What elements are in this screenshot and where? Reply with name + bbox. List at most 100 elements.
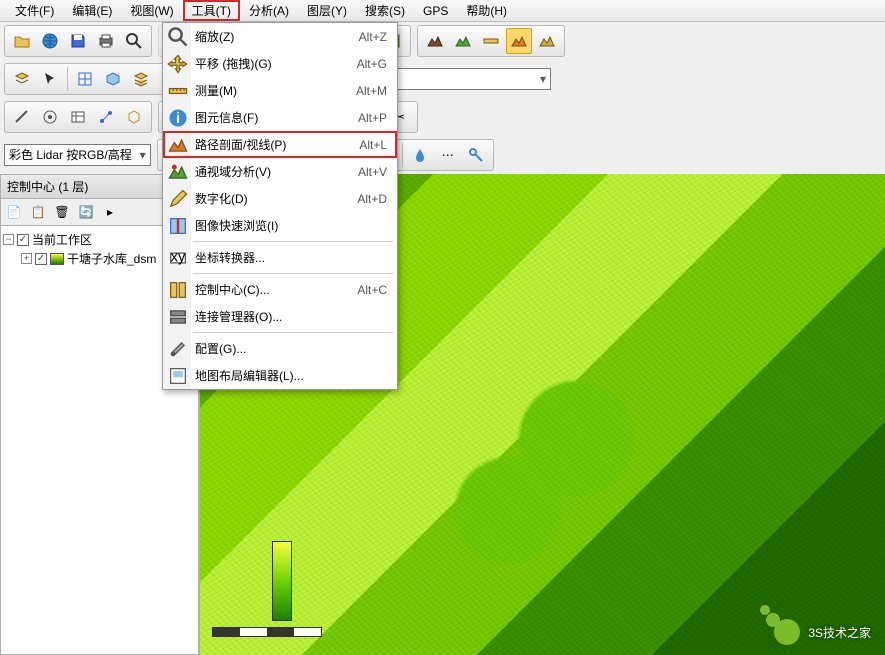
menu-item-label: 控制中心(C)... xyxy=(195,281,357,298)
menu-gps[interactable]: GPS xyxy=(414,2,457,20)
cfg-icon xyxy=(167,338,189,360)
color-gradient-legend xyxy=(272,541,292,621)
menu-item-conn[interactable]: 连接管理器(O)... xyxy=(163,303,397,330)
menu-item-shortcut: Alt+D xyxy=(357,192,387,206)
tree-layer-label[interactable]: 干塘子水库_dsm xyxy=(67,250,156,267)
menu-item-layout[interactable]: 地图布局编辑器(L)... xyxy=(163,362,397,389)
menu-item-shortcut: Alt+M xyxy=(356,84,387,98)
toolbar-row-1: ◀ i xyxy=(0,22,885,60)
menu-item-shortcut: Alt+V xyxy=(358,165,387,179)
menu-item-zoom[interactable]: 缩放(Z)Alt+Z xyxy=(163,23,397,50)
open-file-icon[interactable] xyxy=(9,28,35,54)
menu-item-cc[interactable]: 控制中心(C)...Alt+C xyxy=(163,276,397,303)
menu-view[interactable]: 视图(W) xyxy=(121,0,182,21)
watermark: 3S技术之家 xyxy=(774,619,871,645)
tools-dropdown-menu: 缩放(Z)Alt+Z平移 (拖拽)(G)Alt+G测量(M)Alt+Mi图元信息… xyxy=(162,22,398,390)
menu-item-shortcut: Alt+L xyxy=(359,138,387,152)
measure-icon xyxy=(167,80,189,102)
toolbar-row-2: 创建等高线 xyxy=(0,60,885,98)
menu-item-coord[interactable]: xy 坐标转换器... xyxy=(163,244,397,271)
tree-root-label[interactable]: 当前工作区 xyxy=(32,231,92,248)
menu-item-pan[interactable]: 平移 (拖拽)(G)Alt+G xyxy=(163,50,397,77)
cube3d-icon[interactable] xyxy=(100,66,126,92)
menu-item-digitize[interactable]: 数字化(D)Alt+D xyxy=(163,185,397,212)
menu-item-label: 数字化(D) xyxy=(195,190,357,207)
zoom-icon xyxy=(167,26,189,48)
menu-item-label: 测量(M) xyxy=(195,82,356,99)
search-icon[interactable] xyxy=(121,28,147,54)
layout-icon xyxy=(167,365,189,387)
menu-help[interactable]: 帮助(H) xyxy=(457,0,516,21)
menu-item-profile[interactable]: 路径剖面/视线(P)Alt+L xyxy=(163,131,397,158)
save-icon[interactable] xyxy=(65,28,91,54)
print-icon[interactable] xyxy=(93,28,119,54)
panel-title: 控制中心 (1 层) xyxy=(7,178,88,195)
globe-icon[interactable] xyxy=(37,28,63,54)
render-mode-dropdown[interactable]: 彩色 Lidar 按RGB/高程 xyxy=(4,144,151,166)
toolbar-row-4: 彩色 Lidar 按RGB/高程 ⋯ xyxy=(0,136,885,174)
ruler-icon[interactable] xyxy=(478,28,504,54)
layer-add-icon[interactable] xyxy=(9,66,35,92)
menu-file[interactable]: 文件(F) xyxy=(6,0,63,21)
menu-item-swipe[interactable]: 图像快速浏览(I) xyxy=(163,212,397,239)
attr-table-icon[interactable] xyxy=(65,104,91,130)
refresh-icon[interactable]: 🔄 xyxy=(75,201,97,223)
menubar: 文件(F) 编辑(E) 视图(W) 工具(T) 分析(A) 图层(Y) 搜索(S… xyxy=(0,0,885,22)
tree-collapse-icon[interactable]: − xyxy=(3,234,14,245)
cursor-icon[interactable] xyxy=(37,66,63,92)
menu-item-cfg[interactable]: 配置(G)... xyxy=(163,335,397,362)
layer-checkbox[interactable]: ✓ xyxy=(35,253,47,265)
menu-item-label: 坐标转换器... xyxy=(195,249,387,266)
pan-icon xyxy=(167,53,189,75)
node-icon[interactable] xyxy=(93,104,119,130)
cc-icon xyxy=(167,279,189,301)
menu-item-info[interactable]: i图元信息(F)Alt+P xyxy=(163,104,397,131)
menu-item-label: 平移 (拖拽)(G) xyxy=(195,55,357,72)
coord-icon: xy xyxy=(167,247,189,269)
menu-item-label: 连接管理器(O)... xyxy=(195,308,387,325)
menu-item-shortcut: Alt+C xyxy=(357,283,387,297)
menu-item-label: 路径剖面/视线(P) xyxy=(195,136,359,153)
layers-icon[interactable] xyxy=(128,66,154,92)
svg-text:xy: xy xyxy=(171,249,186,265)
menu-edit[interactable]: 编辑(E) xyxy=(63,0,121,21)
root-checkbox[interactable]: ✓ xyxy=(17,234,29,246)
menu-item-shortcut: Alt+G xyxy=(357,57,387,71)
menu-layer[interactable]: 图层(Y) xyxy=(298,0,356,21)
conn-icon xyxy=(167,306,189,328)
menu-item-measure[interactable]: 测量(M)Alt+M xyxy=(163,77,397,104)
dots-icon[interactable]: ⋯ xyxy=(435,142,461,168)
viewshed-icon xyxy=(167,161,189,183)
scale-bar xyxy=(212,627,322,637)
info-icon: i xyxy=(167,107,189,129)
menu-tools[interactable]: 工具(T) xyxy=(183,0,240,21)
menu-item-shortcut: Alt+Z xyxy=(359,30,387,44)
profile-icon xyxy=(167,134,189,156)
swipe-icon xyxy=(167,215,189,237)
terrain1-icon[interactable] xyxy=(422,28,448,54)
expand-icon[interactable]: ▸ xyxy=(99,201,121,223)
wechat-icon xyxy=(774,619,800,645)
menu-search[interactable]: 搜索(S) xyxy=(356,0,414,21)
terrain2-icon[interactable] xyxy=(450,28,476,54)
toolbar-row-3: ✦ • A ✂ xyxy=(0,98,885,136)
water-icon[interactable] xyxy=(407,142,433,168)
menu-analysis[interactable]: 分析(A) xyxy=(240,0,298,21)
menu-item-shortcut: Alt+P xyxy=(358,111,387,125)
edit-line-icon[interactable] xyxy=(9,104,35,130)
tree-expand-icon[interactable]: + xyxy=(21,253,32,264)
terrain3-icon[interactable] xyxy=(534,28,560,54)
digitize-icon xyxy=(167,188,189,210)
remove-layer-icon[interactable]: 🗑 xyxy=(51,201,73,223)
key-icon[interactable] xyxy=(463,142,489,168)
grid-icon[interactable] xyxy=(72,66,98,92)
add-layer-icon[interactable]: 📄 xyxy=(3,201,25,223)
copy-layer-icon[interactable]: 📋 xyxy=(27,201,49,223)
polygon-icon[interactable] xyxy=(121,104,147,130)
menu-item-label: 地图布局编辑器(L)... xyxy=(195,367,387,384)
svg-text:i: i xyxy=(176,110,180,126)
terrain-active-icon[interactable] xyxy=(506,28,532,54)
target-icon[interactable] xyxy=(37,104,63,130)
layer-swatch-icon xyxy=(50,253,64,265)
menu-item-viewshed[interactable]: 通视域分析(V)Alt+V xyxy=(163,158,397,185)
